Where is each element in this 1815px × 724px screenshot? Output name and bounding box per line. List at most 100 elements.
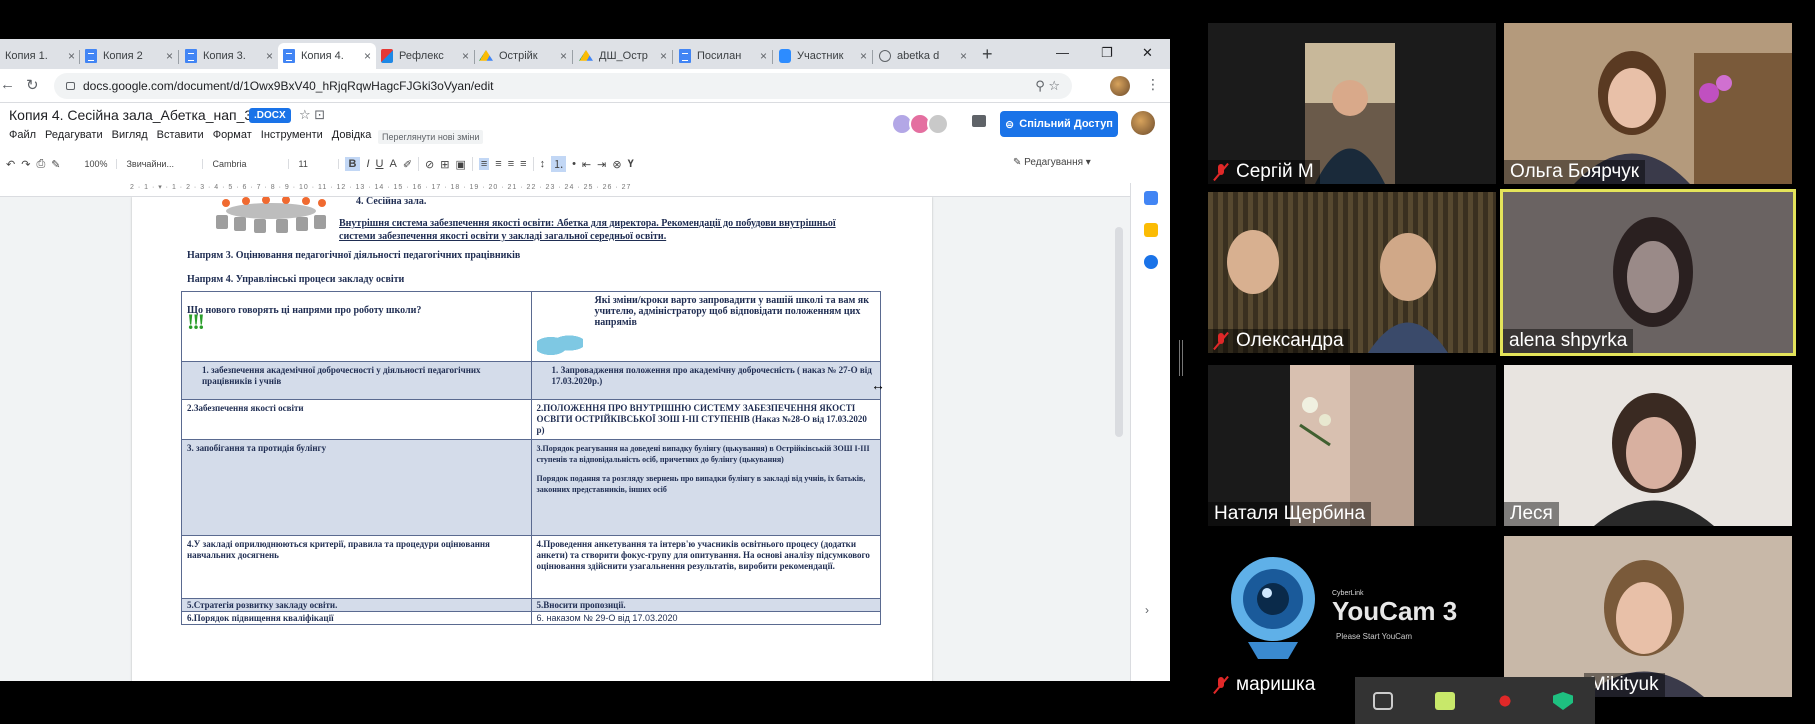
profile-avatar[interactable] xyxy=(1110,76,1130,96)
menu-format[interactable]: Формат xyxy=(213,129,252,141)
table-cell[interactable]: 6. наказом № 29-О від 17.03.2020 xyxy=(530,611,881,625)
link-icon[interactable]: ⊘ xyxy=(425,158,434,171)
paint-format-icon[interactable]: ✎ xyxy=(51,158,60,171)
video-tile-active-speaker[interactable]: alena shpyrka xyxy=(1500,189,1796,356)
table-cell[interactable]: 3.Порядок реагування на доведені випадку… xyxy=(530,439,881,536)
numbered-list-icon[interactable]: ⒈ xyxy=(551,156,567,172)
zoom-select[interactable]: 100% xyxy=(80,159,117,169)
align-right-icon[interactable]: ≡ xyxy=(508,158,514,170)
video-tile[interactable]: CyberLink YouCam 3 Please Start YouCam м… xyxy=(1208,536,1496,697)
line-spacing-icon[interactable]: ↕ xyxy=(540,158,546,170)
chevron-right-icon[interactable]: › xyxy=(1145,603,1149,617)
video-tile[interactable]: Олександра xyxy=(1208,192,1496,353)
close-icon[interactable]: × xyxy=(364,49,371,63)
align-justify-icon[interactable]: ≡ xyxy=(520,158,526,170)
decrease-indent-icon[interactable]: ⇤ xyxy=(582,158,591,171)
table-cell[interactable]: 5.Вносити пропозиції. xyxy=(530,598,881,612)
tab-kopiya-3[interactable]: Копия 3. × xyxy=(180,43,278,69)
menu-file[interactable]: Файл xyxy=(9,129,36,141)
comment-icon[interactable]: ⊞ xyxy=(440,158,449,171)
italic-button[interactable]: I xyxy=(366,158,369,170)
menu-view[interactable]: Вигляд xyxy=(112,129,148,141)
table-cell[interactable]: 4.Проведення анкетування та інтерв'ю уча… xyxy=(530,535,881,599)
close-icon[interactable]: × xyxy=(560,49,567,63)
input-tools-icon[interactable]: Ү xyxy=(628,158,634,170)
collaborator-avatar[interactable] xyxy=(927,113,949,135)
zoom-bookmark-icons[interactable]: ⚲ ☆ xyxy=(1035,78,1060,94)
panel-splitter[interactable] xyxy=(1179,340,1183,376)
table-cell[interactable]: 6.Порядок підвищення кваліфікації xyxy=(181,611,532,625)
comment-history-icon[interactable] xyxy=(972,115,986,127)
annotate-icon[interactable] xyxy=(1435,692,1455,710)
table-cell[interactable]: Які зміни/кроки варто запровадити у ваші… xyxy=(530,291,881,362)
star-move-icons[interactable]: ☆ ⊡ xyxy=(299,107,325,123)
video-off-icon[interactable] xyxy=(1373,692,1393,710)
editing-mode-select[interactable]: ✎ Редагування ▾ xyxy=(1013,157,1091,168)
ruler[interactable]: 2 · 1 · ▾ · 1 · 2 · 3 · 4 · 5 · 6 · 7 · … xyxy=(0,183,1130,197)
close-icon[interactable]: × xyxy=(760,49,767,63)
table-cell[interactable]: 1. Запровадження положення про академічн… xyxy=(530,361,881,400)
increase-indent-icon[interactable]: ⇥ xyxy=(597,158,606,171)
undo-icon[interactable]: ↶ xyxy=(6,158,15,171)
tab-dsh-ostr[interactable]: ДШ_Остр × xyxy=(574,43,672,69)
bold-button[interactable]: B xyxy=(344,157,361,171)
tab-kopiya-4[interactable]: Копия 4. × xyxy=(278,43,376,69)
account-avatar[interactable] xyxy=(1131,111,1155,135)
reactions-icon[interactable] xyxy=(1495,692,1515,710)
menu-insert[interactable]: Вставити xyxy=(157,129,204,141)
style-select[interactable]: Звичайни... xyxy=(123,159,203,169)
url-input[interactable]: docs.google.com/document/d/1Owx9BxV40_hR… xyxy=(54,73,1072,99)
close-icon[interactable]: × xyxy=(266,49,273,63)
menu-help[interactable]: Довідка xyxy=(332,129,372,141)
align-left-icon[interactable]: ≡ xyxy=(478,158,490,170)
tab-uchasnyk[interactable]: Участник × xyxy=(774,43,872,69)
document-page[interactable]: 4. Сесійна зала. Внутрішня система забез… xyxy=(132,197,932,681)
close-icon[interactable]: × xyxy=(462,49,469,63)
close-icon[interactable]: × xyxy=(860,49,867,63)
font-select[interactable]: Cambria xyxy=(209,159,289,169)
keep-icon[interactable] xyxy=(1144,223,1158,237)
underline-button[interactable]: U xyxy=(376,158,384,170)
bulleted-list-icon[interactable]: • xyxy=(572,158,576,170)
video-tile[interactable]: Ольга Боярчук xyxy=(1504,23,1792,184)
close-icon[interactable]: × xyxy=(68,49,75,63)
close-window-button[interactable]: ✕ xyxy=(1142,45,1153,61)
tab-refleksiya[interactable]: Рефлекс × xyxy=(376,43,474,69)
minimize-button[interactable]: — xyxy=(1056,45,1069,60)
table-cell[interactable]: 4.У закладі оприлюднюються критерії, пра… xyxy=(181,535,532,599)
video-tile[interactable]: Наталя Щербина xyxy=(1208,365,1496,526)
new-tab-button[interactable]: + xyxy=(982,44,993,65)
font-size-select[interactable]: 11 xyxy=(295,159,339,169)
redo-icon[interactable]: ↷ xyxy=(21,158,30,171)
align-center-icon[interactable]: ≡ xyxy=(495,158,501,170)
close-icon[interactable]: × xyxy=(660,49,667,63)
text-color-button[interactable]: A xyxy=(389,158,396,170)
table-cell[interactable]: 2.Забезпечення якості освіти xyxy=(181,399,532,440)
table-cell[interactable]: Що нового говорять ці напрями про роботу… xyxy=(181,291,532,362)
table-cell[interactable]: 2.ПОЛОЖЕННЯ ПРО ВНУТРІШНЮ СИСТЕМУ ЗАБЕЗП… xyxy=(530,399,881,440)
video-tile[interactable]: Леся xyxy=(1504,365,1792,526)
highlight-icon[interactable]: ✐ xyxy=(403,158,412,171)
image-icon[interactable]: ▣ xyxy=(455,158,465,171)
share-button[interactable]: ⊜ Спільний Доступ xyxy=(1000,111,1118,137)
tasks-icon[interactable] xyxy=(1144,255,1158,269)
clear-formatting-icon[interactable]: ⊗ xyxy=(612,158,621,171)
table-cell[interactable]: 3. запобігання та протидія булінгу xyxy=(181,439,532,536)
table-cell[interactable]: 5.Стратегія розвитку закладу освіти. xyxy=(181,598,532,612)
abetka-link[interactable]: Внутрішня система забезпечення якості ос… xyxy=(339,217,839,243)
see-new-changes-link[interactable]: Переглянути нові зміни xyxy=(378,130,484,144)
table-cell[interactable]: 1. забезпечення академічної доброчесност… xyxy=(181,361,532,400)
menu-edit[interactable]: Редагувати xyxy=(45,129,103,141)
print-icon[interactable]: ⎙ xyxy=(36,158,45,171)
video-tile[interactable]: Сергій М xyxy=(1208,23,1496,184)
close-icon[interactable]: × xyxy=(166,49,173,63)
security-shield-icon[interactable] xyxy=(1553,692,1573,710)
restore-button[interactable]: ❐ xyxy=(1101,45,1113,61)
document-title[interactable]: Копия 4. Сесійна зала_Абетка_нап_3_4 xyxy=(9,107,268,123)
tab-kopiya-2[interactable]: Копия 2 × xyxy=(80,43,178,69)
back-button[interactable]: ← xyxy=(0,76,15,93)
video-tile[interactable]: Mikityuk xyxy=(1504,536,1792,697)
browser-menu-icon[interactable]: ⋮ xyxy=(1146,76,1160,93)
menu-tools[interactable]: Інструменти xyxy=(261,129,323,141)
close-icon[interactable]: × xyxy=(960,49,967,63)
